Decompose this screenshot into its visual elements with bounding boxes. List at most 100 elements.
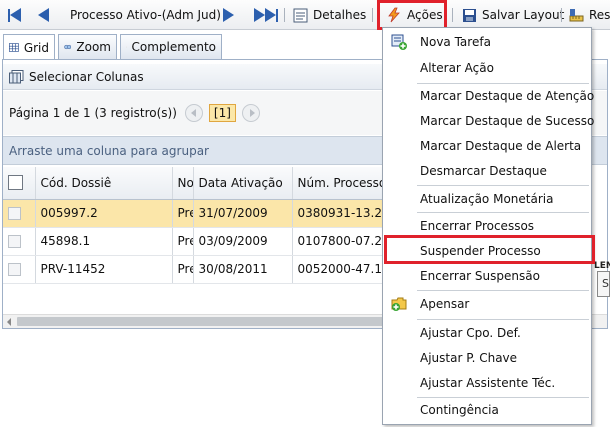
tooltip-header-fragment: LEN xyxy=(594,261,610,271)
menu-item-label: Marcar Destaque de Alerta xyxy=(420,139,582,153)
cell-data-ativacao: 03/09/2009 xyxy=(193,227,293,256)
select-all-checkbox[interactable] xyxy=(3,167,36,200)
menu-item-label: Atualização Monetária xyxy=(420,192,554,206)
scroll-left-arrow-icon[interactable] xyxy=(7,318,11,326)
table-row[interactable]: PRV-11452 Pre 30/08/2011 0052000-47.1998 xyxy=(3,255,434,284)
menu-item-marcar-destaque-alerta[interactable]: Marcar Destaque de Alerta xyxy=(383,134,591,158)
suspender-highlight-box xyxy=(384,235,595,264)
next-icon xyxy=(223,8,234,22)
column-header-data-ativacao[interactable]: Data Ativação xyxy=(193,167,293,200)
menu-item-ajustar-cpo-def[interactable]: Ajustar Cpo. Def. xyxy=(383,321,591,345)
cell-no: Pre xyxy=(172,227,194,256)
new-task-icon xyxy=(391,34,407,50)
salvar-layout-label: Salvar Layout xyxy=(482,8,565,22)
toolbar: Processo Ativo-(Adm Jud) Detalhes Ações … xyxy=(0,0,610,30)
tab-zoom-label: Zoom xyxy=(76,40,111,54)
acoes-dropdown-menu: Nova Tarefa Alterar Ação Marcar Destaque… xyxy=(382,27,595,425)
last-icon-bar xyxy=(276,8,278,22)
toolbar-separator xyxy=(561,8,562,22)
ruler-icon xyxy=(569,8,584,21)
pager-next-button[interactable] xyxy=(241,104,260,122)
scrollbar-thumb[interactable] xyxy=(17,317,383,326)
cell-data-ativacao: 30/08/2011 xyxy=(193,255,293,284)
menu-item-encerrar-suspensao[interactable]: Encerrar Suspensão xyxy=(383,264,591,288)
menu-separator xyxy=(417,212,589,213)
menu-item-alterar-acao[interactable]: Alterar Ação xyxy=(383,56,591,80)
detalhes-icon xyxy=(293,8,308,22)
menu-item-label: Nova Tarefa xyxy=(420,35,491,49)
menu-item-label: Apensar xyxy=(420,297,470,311)
columns-icon xyxy=(9,69,24,83)
grid-header-row: Cód. Dossiê No Data Ativação Núm. Proces… xyxy=(3,167,434,200)
menu-item-label: Marcar Destaque de Atenção xyxy=(420,89,595,103)
detalhes-button[interactable]: Detalhes xyxy=(293,0,366,30)
tab-grid-label: Grid xyxy=(23,40,49,55)
tab-complemento-label: Complemento xyxy=(131,40,216,54)
menu-item-marcar-destaque-atencao[interactable]: Marcar Destaque de Atenção xyxy=(383,84,595,108)
cell-cod-dossie: 45898.1 xyxy=(35,227,173,256)
table-row[interactable]: 45898.1 Pre 03/09/2009 0107800-07.2009 xyxy=(3,227,434,256)
select-columns-label: Selecionar Colunas xyxy=(29,69,144,84)
menu-item-label: Desmarcar Destaque xyxy=(420,164,547,178)
cell-no: Pre xyxy=(172,199,194,228)
row-checkbox[interactable] xyxy=(3,227,36,256)
menu-item-marcar-destaque-sucesso[interactable]: Marcar Destaque de Sucesso xyxy=(383,109,595,133)
table-row[interactable]: 005997.2 Pre 31/07/2009 0380931-13.2009 xyxy=(3,199,434,228)
pager-text: Página 1 de 1 (3 registro(s)) xyxy=(9,106,177,120)
menu-item-label: Ajustar Assistente Téc. xyxy=(420,376,556,390)
menu-item-label: Ajustar Cpo. Def. xyxy=(420,326,521,340)
previous-icon xyxy=(38,8,49,22)
toolbar-separator xyxy=(372,8,373,22)
folder-add-icon xyxy=(391,297,407,311)
last-icon-2 xyxy=(265,8,276,22)
cell-data-ativacao: 31/07/2009 xyxy=(193,199,293,228)
menu-item-label: Encerrar Processos xyxy=(420,219,535,233)
menu-separator xyxy=(417,290,589,291)
toolbar-separator xyxy=(284,8,285,22)
last-icon xyxy=(254,8,265,22)
menu-item-desmarcar-destaque[interactable]: Desmarcar Destaque xyxy=(383,159,591,183)
cell-cod-dossie: PRV-11452 xyxy=(35,255,173,284)
menu-item-ajustar-assistente-tec[interactable]: Ajustar Assistente Téc. xyxy=(383,371,591,395)
zoom-icon xyxy=(64,44,72,50)
menu-item-label: Contingência xyxy=(420,403,499,417)
grid-icon xyxy=(9,43,19,52)
previous-record-button[interactable] xyxy=(38,0,49,30)
next-record-button[interactable] xyxy=(223,0,234,30)
tab-grid[interactable]: Grid xyxy=(3,34,55,60)
row-checkbox[interactable] xyxy=(3,199,36,228)
column-header-no[interactable]: No xyxy=(172,167,194,200)
menu-item-label: Marcar Destaque de Sucesso xyxy=(420,114,595,128)
menu-separator xyxy=(417,185,589,186)
menu-item-atualizacao-monetaria[interactable]: Atualização Monetária xyxy=(383,187,591,211)
data-grid: Cód. Dossiê No Data Ativação Núm. Proces… xyxy=(3,167,434,284)
menu-item-label: Encerrar Suspensão xyxy=(420,269,540,283)
menu-item-apensar[interactable]: Apensar xyxy=(383,292,591,316)
pager-current-page[interactable]: [1] xyxy=(208,104,236,122)
cell-no: Pre xyxy=(172,255,194,284)
first-icon xyxy=(10,8,21,22)
cell-cod-dossie: 005997.2 xyxy=(35,199,173,228)
row-checkbox[interactable] xyxy=(3,255,36,284)
menu-item-contingencia[interactable]: Contingência xyxy=(383,398,591,422)
salvar-layout-button[interactable]: Salvar Layout xyxy=(462,0,564,30)
menu-separator xyxy=(417,319,589,320)
tab-zoom[interactable]: Zoom xyxy=(58,34,117,59)
tooltip-fragment: S xyxy=(597,271,610,297)
res-label: Res xyxy=(589,8,610,22)
menu-item-ajustar-p-chave[interactable]: Ajustar P. Chave xyxy=(383,346,591,370)
first-record-button[interactable] xyxy=(8,0,21,30)
save-icon xyxy=(463,8,476,22)
menu-item-nova-tarefa[interactable]: Nova Tarefa xyxy=(383,30,591,54)
detalhes-label: Detalhes xyxy=(313,8,367,22)
column-header-cod-dossie[interactable]: Cód. Dossiê xyxy=(35,167,173,200)
toolbar-separator xyxy=(452,8,453,22)
last-record-button[interactable] xyxy=(254,0,278,30)
complemento-icon xyxy=(126,46,127,48)
toolbar-title: Processo Ativo-(Adm Jud) xyxy=(70,8,221,22)
res-button[interactable]: Res xyxy=(569,0,610,30)
pager-previous-button[interactable] xyxy=(184,104,203,122)
tab-complemento[interactable]: Complemento xyxy=(120,34,222,59)
menu-item-label: Ajustar P. Chave xyxy=(420,351,518,365)
acoes-highlight-box xyxy=(377,0,447,30)
